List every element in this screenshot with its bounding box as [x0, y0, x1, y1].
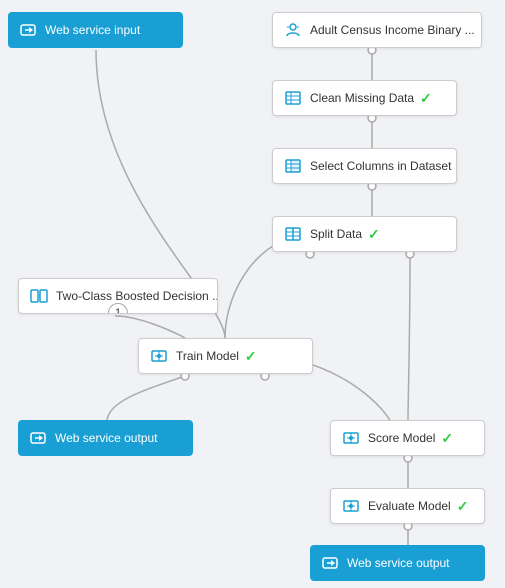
web-service-output-2-label: Web service output	[347, 556, 450, 570]
web-service-output-1-label: Web service output	[55, 431, 158, 445]
two-class-label: Two-Class Boosted Decision ...	[56, 289, 218, 303]
adult-census-label: Adult Census Income Binary ...	[310, 23, 475, 37]
two-class-badge: 1	[108, 303, 128, 314]
split-data-label: Split Data	[310, 227, 362, 241]
two-class-icon	[29, 286, 49, 306]
score-model-label: Score Model	[368, 431, 435, 445]
service-input-icon	[18, 20, 38, 40]
select-columns-node[interactable]: Select Columns in Dataset ✓	[272, 148, 457, 184]
clean-missing-node[interactable]: Clean Missing Data ✓	[272, 80, 457, 116]
select-columns-label: Select Columns in Dataset	[310, 159, 451, 173]
service-output-2-icon	[320, 553, 340, 573]
clean-missing-check: ✓	[420, 90, 432, 107]
clean-missing-label: Clean Missing Data	[310, 91, 414, 105]
web-service-input-label: Web service input	[45, 23, 140, 37]
train-model-node[interactable]: Train Model ✓	[138, 338, 313, 374]
train-model-icon	[149, 346, 169, 366]
workflow-canvas: Web service input Adult Census Income Bi…	[0, 0, 505, 588]
split-data-node[interactable]: Split Data ✓	[272, 216, 457, 252]
split-data-icon	[283, 224, 303, 244]
train-model-check: ✓	[245, 348, 257, 365]
service-output-1-icon	[28, 428, 48, 448]
evaluate-model-check: ✓	[457, 498, 469, 515]
score-model-icon	[341, 428, 361, 448]
evaluate-model-node[interactable]: Evaluate Model ✓	[330, 488, 485, 524]
select-columns-icon	[283, 156, 303, 176]
split-data-check: ✓	[368, 226, 380, 243]
two-class-node[interactable]: Two-Class Boosted Decision ... ✓ 1	[18, 278, 218, 314]
evaluate-model-label: Evaluate Model	[368, 499, 451, 513]
web-service-output-2-node[interactable]: Web service output	[310, 545, 485, 581]
train-model-label: Train Model	[176, 349, 239, 363]
web-service-input-node[interactable]: Web service input	[8, 12, 183, 48]
evaluate-model-icon	[341, 496, 361, 516]
web-service-output-1-node[interactable]: Web service output	[18, 420, 193, 456]
adult-census-node[interactable]: Adult Census Income Binary ...	[272, 12, 482, 48]
clean-missing-icon	[283, 88, 303, 108]
dataset-icon	[283, 20, 303, 40]
score-model-node[interactable]: Score Model ✓	[330, 420, 485, 456]
score-model-check: ✓	[441, 430, 453, 447]
